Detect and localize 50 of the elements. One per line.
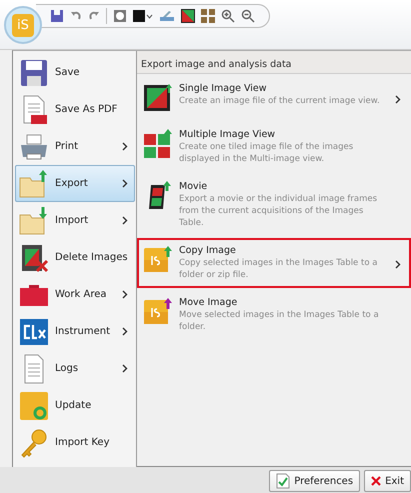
submenu-item[interactable]: Movie Export a movie or the individual image frames from the current acquisitions of the Images Table. [137,174,411,236]
grid-view-icon[interactable] [201,9,215,23]
delete-image-icon [19,242,49,272]
key-icon [19,428,49,458]
save-icon[interactable] [50,9,64,23]
item-description: Copy selected images in the Images Table to a folder or zip file. [179,257,378,281]
item-title: Multiple Image View [179,129,276,140]
menu-item[interactable]: Update [15,387,135,424]
menu-item[interactable]: Export [15,165,135,202]
update-logo-icon [19,390,49,420]
folder-down-arrow-icon [19,206,49,236]
submenu-item[interactable]: Copy Image Copy selected images in the Images Table to a folder or zip file. [137,238,411,288]
menu-item[interactable]: Logs [15,350,135,387]
close-icon [371,476,382,486]
menu-item[interactable]: Delete Images [15,239,135,276]
menu-item[interactable]: Save [15,54,135,91]
redo-icon[interactable] [88,10,100,22]
menu-item[interactable]: Import [15,202,135,239]
folder-up-arrow-icon [19,168,49,198]
checked-document-icon [276,473,290,489]
image-icon[interactable] [181,9,195,23]
submenu-item[interactable]: Multiple Image View Create one tiled image file of the images displayed in the Multi-image view. [137,122,411,172]
zoom-in-icon[interactable] [221,9,235,23]
printer-icon [19,132,49,162]
item-description: Move selected images in the Images Table to a folder. [179,309,380,333]
menu-item[interactable]: Save As PDF [15,91,135,128]
app-logo-icon [143,245,173,275]
item-description: Create one tiled image file of the images displayed in the Multi-image view. [179,141,354,165]
menu-item[interactable]: Import Key [15,424,135,461]
menu-item[interactable]: Instrument [15,313,135,350]
item-title: Move Image [179,297,238,308]
clx-logo-icon [19,316,49,346]
submenu-header: Export image and analysis data [137,51,411,74]
zoom-out-icon[interactable] [241,9,255,23]
submenu-item[interactable]: Move Image Move selected images in the Images Table to a folder. [137,290,411,340]
exit-button[interactable]: Exit [364,470,411,492]
menu-item[interactable]: Print [15,128,135,165]
item-title: Movie [179,181,208,192]
submenu-item[interactable]: Single Image View Create an image file of the current image view. [137,76,411,120]
tiled-images-icon [143,129,173,159]
item-description: Export a movie or the individual image frames from the current acquisitions of the Images Table. [179,193,378,229]
image-frame-icon [143,83,173,113]
item-title: Single Image View [179,83,268,94]
item-description: Create an image file of the current image view. [179,95,381,107]
app-logo-icon [143,297,173,327]
menu-item[interactable]: Work Area [15,276,135,313]
preferences-button[interactable]: Preferences [269,470,360,492]
item-title: Copy Image [179,245,237,256]
undo-icon[interactable] [70,10,82,22]
image-dropdown-icon[interactable] [133,9,153,23]
